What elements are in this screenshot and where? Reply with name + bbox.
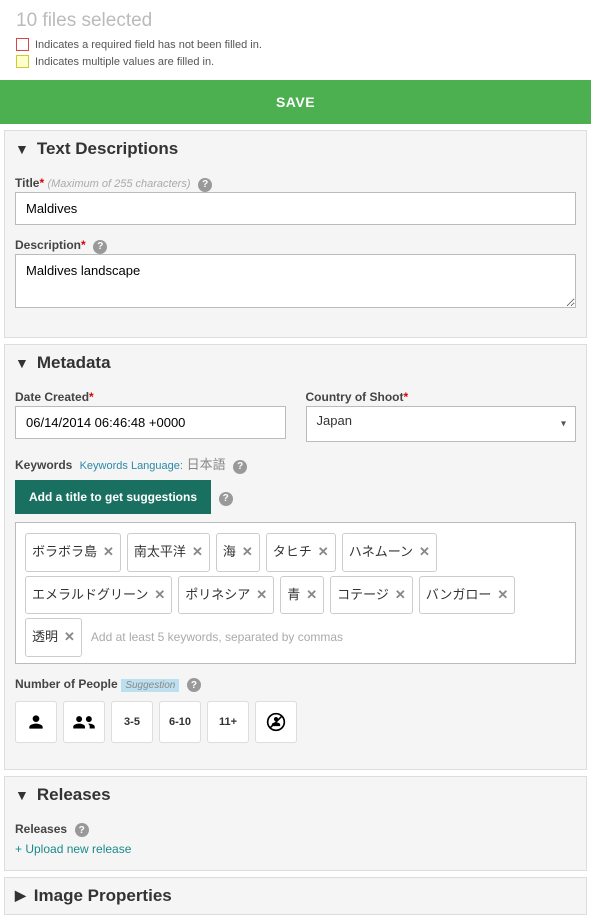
keyword-tag: エメラルドグリーン✕	[25, 576, 172, 615]
people-option-11plus[interactable]: 11+	[207, 701, 249, 743]
section-title-text-descriptions: Text Descriptions	[37, 139, 178, 159]
people-option-none[interactable]	[255, 701, 297, 743]
section-title-image-properties: Image Properties	[34, 886, 172, 906]
remove-tag-icon[interactable]: ✕	[64, 623, 75, 652]
keyword-tag: バンガロー✕	[419, 576, 516, 615]
remove-tag-icon[interactable]: ✕	[256, 581, 267, 610]
help-icon[interactable]: ?	[93, 240, 107, 254]
people-icon	[71, 712, 97, 732]
help-icon[interactable]: ?	[187, 678, 201, 692]
section-header-releases[interactable]: ▼ Releases	[5, 777, 586, 813]
remove-tag-icon[interactable]: ✕	[497, 581, 508, 610]
people-option-3-5[interactable]: 3-5	[111, 701, 153, 743]
remove-tag-icon[interactable]: ✕	[192, 538, 203, 567]
chevron-right-icon: ▶	[15, 887, 26, 904]
remove-tag-icon[interactable]: ✕	[395, 581, 406, 610]
keyword-tag: 海✕	[216, 533, 260, 572]
people-option-2[interactable]	[63, 701, 105, 743]
description-label: Description*	[15, 238, 86, 252]
date-created-input[interactable]	[15, 406, 286, 439]
title-hint: (Maximum of 255 characters)	[47, 178, 190, 190]
help-icon[interactable]: ?	[198, 178, 212, 192]
files-selected-text: 10 files selected	[16, 10, 575, 32]
chevron-down-icon: ▼	[15, 787, 29, 803]
legend-multi-box	[16, 55, 29, 68]
section-header-metadata[interactable]: ▼ Metadata	[5, 345, 586, 381]
chevron-down-icon: ▼	[15, 355, 29, 371]
keywords-tagbox[interactable]: ボラボラ島✕南太平洋✕海✕タヒチ✕ハネムーン✕ エメラルドグリーン✕ポリネシア✕青…	[15, 522, 576, 664]
help-icon[interactable]: ?	[233, 460, 247, 474]
releases-label: Releases	[15, 822, 67, 836]
legend-required: Indicates a required field has not been …	[16, 38, 575, 51]
legend-required-box	[16, 38, 29, 51]
keyword-tag: 南太平洋✕	[127, 533, 210, 572]
person-icon	[26, 712, 46, 732]
country-label: Country of Shoot*	[306, 390, 409, 404]
remove-tag-icon[interactable]: ✕	[242, 538, 253, 567]
title-input[interactable]	[15, 192, 576, 225]
legend-multi: Indicates multiple values are filled in.	[16, 55, 575, 68]
keyword-tag: ボラボラ島✕	[25, 533, 121, 572]
section-header-text-descriptions[interactable]: ▼ Text Descriptions	[5, 131, 586, 167]
keyword-suggestions-button[interactable]: Add a title to get suggestions	[15, 480, 211, 514]
keyword-tag: 青✕	[280, 576, 324, 615]
title-label: Title* (Maximum of 255 characters)	[15, 176, 191, 190]
keywords-label: Keywords	[15, 458, 72, 472]
legend-required-text: Indicates a required field has not been …	[35, 39, 262, 51]
remove-tag-icon[interactable]: ✕	[103, 538, 114, 567]
people-option-6-10[interactable]: 6-10	[159, 701, 201, 743]
date-created-label: Date Created*	[15, 390, 94, 404]
suggestion-badge: Suggestion	[121, 679, 179, 692]
legend-multi-text: Indicates multiple values are filled in.	[35, 56, 214, 68]
remove-tag-icon[interactable]: ✕	[154, 581, 165, 610]
help-icon[interactable]: ?	[219, 492, 233, 506]
remove-tag-icon[interactable]: ✕	[419, 538, 430, 567]
section-header-image-properties[interactable]: ▶ Image Properties	[5, 878, 586, 914]
keyword-tag: ポリネシア✕	[178, 576, 274, 615]
keyword-tag: ハネムーン✕	[342, 533, 437, 572]
keyword-tag: コテージ✕	[330, 576, 413, 615]
section-title-releases: Releases	[37, 785, 111, 805]
number-of-people-label: Number of People	[15, 677, 118, 691]
keywords-placeholder[interactable]: Add at least 5 keywords, separated by co…	[85, 630, 343, 644]
remove-tag-icon[interactable]: ✕	[306, 581, 317, 610]
description-input[interactable]: Maldives landscape	[15, 254, 576, 308]
keyword-tag: タヒチ✕	[266, 533, 336, 572]
keywords-language-label: Keywords Language:	[80, 460, 183, 472]
remove-tag-icon[interactable]: ✕	[318, 538, 329, 567]
save-button[interactable]: SAVE	[0, 80, 591, 124]
section-title-metadata: Metadata	[37, 353, 111, 373]
keywords-language-value: 日本語	[187, 457, 226, 472]
chevron-down-icon: ▼	[15, 141, 29, 157]
help-icon[interactable]: ?	[75, 823, 89, 837]
keyword-tag: 透明✕	[25, 618, 82, 657]
country-select[interactable]: Japan	[306, 406, 577, 442]
no-person-icon	[266, 712, 286, 732]
people-option-1[interactable]	[15, 701, 57, 743]
upload-release-link[interactable]: + Upload new release	[15, 842, 131, 856]
